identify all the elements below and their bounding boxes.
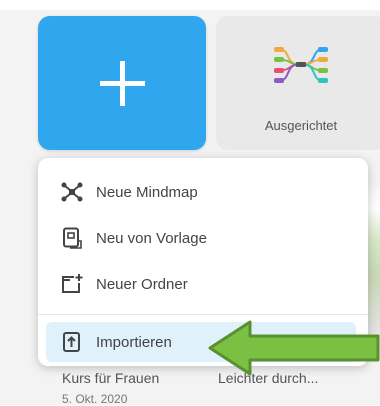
menu-item-new-from-template[interactable]: Neu von Vorlage [38,216,368,260]
template-tile-ausgerichtet[interactable]: Ausgerichtet [216,16,380,150]
card-title[interactable]: Kurs für Frauen [62,370,159,386]
top-strip [0,0,380,10]
menu-divider [38,314,368,315]
menu-item-new-folder[interactable]: Neuer Ordner [38,262,368,306]
menu-item-new-mindmap[interactable]: Neue Mindmap [38,170,368,214]
menu-item-label: Importieren [96,333,172,351]
plus-icon [100,61,145,106]
new-folder-icon [60,272,84,296]
template-label: Ausgerichtet [264,118,338,133]
card-date: 5. Okt. 2020 [62,392,128,406]
template-icon [60,226,84,250]
import-icon [60,330,84,354]
new-map-button[interactable] [38,16,206,150]
menu-item-label: Neuer Ordner [96,275,188,293]
menu-item-label: Neu von Vorlage [96,229,207,247]
aligned-mindmap-icon [274,47,328,83]
pointer-arrow-icon [208,320,380,376]
menu-item-label: Neue Mindmap [96,183,198,201]
mindmap-icon [60,180,84,204]
